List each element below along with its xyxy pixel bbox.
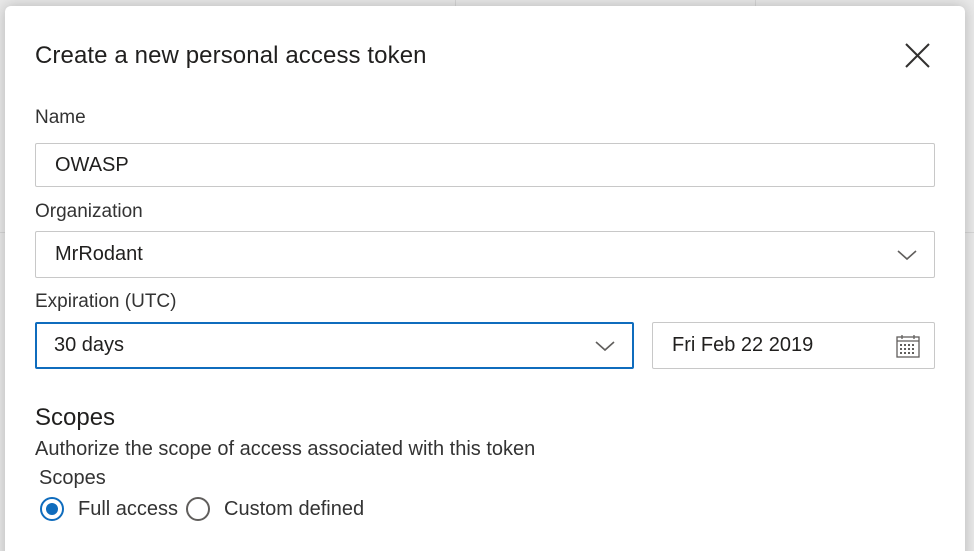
create-token-dialog: Create a new personal access token Name … — [5, 6, 965, 551]
radio-full-access-label: Full access — [78, 497, 179, 520]
scopes-heading: Scopes — [35, 404, 116, 431]
organization-dropdown[interactable]: MrRodant — [35, 231, 935, 278]
organization-value: MrRodant — [55, 243, 143, 265]
name-value: OWASP — [55, 153, 129, 176]
radio-unchecked-icon[interactable] — [186, 497, 210, 521]
chevron-down-icon — [897, 249, 917, 260]
background-divider — [965, 232, 974, 233]
expiration-label: Expiration (UTC) — [35, 291, 177, 312]
name-input[interactable]: OWASP — [35, 143, 935, 187]
expiration-date-picker[interactable]: Fri Feb 22 2019 — [652, 322, 935, 369]
radio-checked-icon[interactable] — [40, 497, 64, 521]
calendar-icon[interactable] — [895, 333, 921, 359]
scopes-group-label: Scopes — [39, 467, 106, 489]
name-label: Name — [35, 107, 86, 128]
radio-full-access[interactable]: Full access — [40, 497, 178, 521]
radio-custom-defined-label: Custom defined — [224, 497, 365, 520]
expiration-duration-value: 30 days — [54, 334, 125, 356]
close-icon — [905, 43, 930, 68]
dialog-title: Create a new personal access token — [35, 42, 427, 69]
scopes-description: Authorize the scope of access associated… — [35, 438, 536, 460]
expiration-date-value: Fri Feb 22 2019 — [672, 334, 814, 356]
radio-custom-defined[interactable]: Custom defined — [186, 497, 364, 521]
chevron-down-icon — [595, 340, 615, 351]
expiration-duration-dropdown[interactable]: 30 days — [35, 322, 634, 369]
organization-label: Organization — [35, 201, 143, 222]
close-button[interactable] — [900, 39, 934, 73]
